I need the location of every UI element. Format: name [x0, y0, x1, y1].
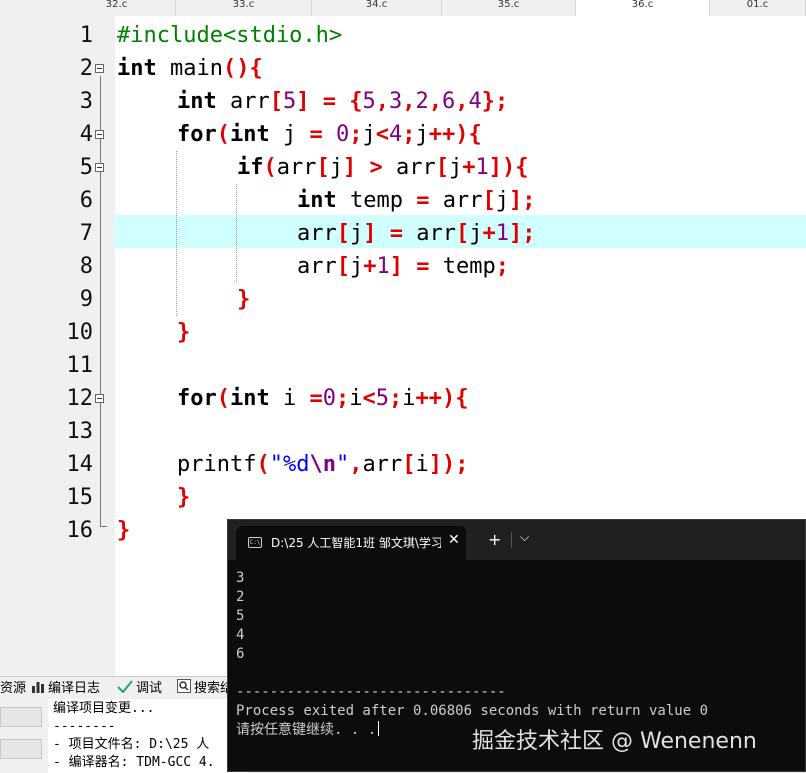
code-line-16: } [117, 518, 131, 543]
log-line: 编译项目变更... [53, 701, 155, 716]
code-line-4: for(int j = 0;j<4;j++){ [177, 122, 482, 147]
console-output-line: 5 [236, 608, 245, 624]
watermark: 掘金技术社区 @ Wenenenn [472, 729, 757, 754]
code-line-15: } [177, 485, 191, 510]
line-number-gutter: 1 2 3 4 5 6 7 8 9 10 11 12 13 14 15 16 [58, 16, 115, 676]
line-number: 14 [66, 452, 94, 477]
line-number: 3 [79, 89, 93, 114]
console-tab-title: D:\25 人工智能1班 邹文琪\学习 [271, 536, 441, 550]
console-prompt: 请按任意键继续. . . [236, 722, 377, 738]
code-line-1: #include<stdio.h> [117, 23, 343, 48]
tab-35c[interactable]: 35.c [442, 0, 576, 16]
fold-toggle-icon[interactable] [95, 130, 104, 139]
code-line-7: arr[j] = arr[j+1]; [297, 221, 536, 246]
line-number: 13 [66, 419, 94, 444]
tab-label: 33.c [232, 0, 255, 10]
code-line-12: for(int i =0;i<5;i++){ [177, 386, 469, 411]
tab-33c[interactable]: 33.c [176, 0, 312, 16]
code-line-5: if(arr[j] > arr[j+1]){ [237, 155, 529, 180]
compile-log-output: 编译项目变更... -------- - 项目文件名: D:\25 人 - 编译… [48, 699, 248, 773]
tab-label: 01.c [746, 0, 769, 10]
code-line-2: int main(){ [117, 56, 263, 81]
code-line-14: printf("%d\n",arr[i]); [177, 452, 469, 477]
tab-debug[interactable]: 调试 [117, 677, 162, 699]
line-number: 2 [79, 56, 93, 81]
line-number: 9 [79, 287, 93, 312]
line-number: 8 [79, 254, 93, 279]
log-line: -------- [53, 719, 116, 734]
tab-label: 34.c [365, 0, 388, 10]
side-button[interactable] [0, 739, 42, 759]
tab-resources[interactable]: 资源 [0, 677, 26, 699]
line-number: 1 [79, 23, 93, 48]
code-line-9: } [237, 287, 251, 312]
line-number: 16 [66, 518, 94, 543]
check-icon [117, 680, 133, 697]
tab-label: 32.c [105, 0, 128, 10]
line-number: 12 [66, 386, 94, 411]
log-line: - 编译器名: TDM-GCC 4. [53, 755, 215, 770]
code-line-6: int temp = arr[j]; [297, 188, 536, 213]
fold-toggle-icon[interactable] [95, 64, 104, 73]
console-output-line: 6 [236, 646, 245, 662]
tab-label: 资源 [0, 681, 27, 696]
line-number: 6 [79, 188, 93, 213]
console-output-line: 4 [236, 627, 245, 643]
fold-toggle-icon[interactable] [95, 394, 104, 403]
fold-line [100, 76, 101, 526]
console-output-line: 3 [236, 570, 245, 586]
line-number: 4 [79, 122, 93, 147]
side-button[interactable] [0, 707, 42, 727]
console-exit-message: Process exited after 0.06806 seconds wit… [236, 703, 709, 719]
tab-compile-log[interactable]: 编译日志 [31, 677, 100, 699]
line-number: 7 [79, 221, 93, 246]
indent-guide [236, 184, 237, 283]
new-tab-plus-icon[interactable]: + [488, 530, 501, 549]
console-titlebar: C:\ D:\25 人工智能1班 邹文琪\学习 ✕ + ⌵ [228, 520, 805, 560]
code-line-3: int arr[5] = {5,3,2,6,4}; [177, 89, 509, 114]
log-line: - 项目文件名: D:\25 人 [53, 737, 210, 752]
code-line-10: } [177, 320, 191, 345]
tab-label: 36.c [631, 0, 654, 10]
tab-label: 调试 [136, 681, 163, 696]
line-number: 10 [66, 320, 94, 345]
console-prompt-line: 请按任意键继续. . . [236, 721, 380, 740]
tab-label: 编译日志 [48, 681, 101, 696]
tab-32c[interactable]: 32.c [58, 0, 176, 16]
indent-guide [176, 151, 177, 316]
tab-01c[interactable]: 01.c [710, 0, 806, 16]
tab-34c[interactable]: 34.c [312, 0, 442, 16]
close-icon[interactable]: ✕ [448, 532, 460, 548]
line-number: 11 [66, 353, 94, 378]
console-separator: -------------------------------- [236, 684, 506, 700]
code-line-8: arr[j+1] = temp; [297, 254, 509, 279]
search-icon [177, 679, 191, 697]
text-cursor [378, 721, 380, 736]
console-output-line: 2 [236, 589, 245, 605]
project-panel [0, 16, 58, 676]
tab-36c[interactable]: 36.c [576, 0, 710, 16]
titlebar-divider [511, 532, 512, 548]
console-tab[interactable]: C:\ D:\25 人工智能1班 邹文琪\学习 ✕ [236, 526, 466, 560]
tab-label: 35.c [497, 0, 520, 10]
chart-icon [31, 681, 45, 697]
file-tab-bar: 32.c 33.c 34.c 35.c 36.c 01.c [0, 0, 806, 17]
tab-search-results[interactable]: 搜索结 [177, 677, 233, 699]
line-number: 15 [66, 485, 94, 510]
fold-end-mark [100, 526, 107, 527]
terminal-icon: C:\ [248, 537, 262, 548]
chevron-down-icon[interactable]: ⌵ [520, 530, 529, 545]
line-number: 5 [79, 155, 93, 180]
fold-toggle-icon[interactable] [95, 163, 104, 172]
